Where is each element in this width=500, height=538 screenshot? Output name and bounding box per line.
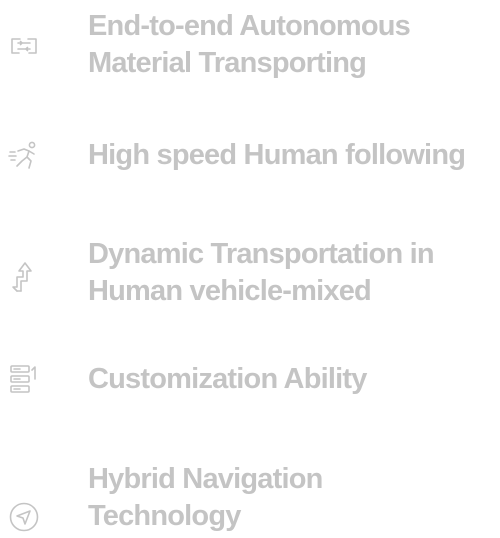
feature-label-line: End-to-end Autonomous [88, 10, 411, 42]
feature-label: Hybrid Navigation Technology [88, 461, 498, 535]
feature-label: Dynamic Transportation in Human vehicle-… [88, 236, 498, 310]
feature-label-line: High speed Human following [88, 139, 466, 171]
feature-label: Customization Ability [88, 361, 498, 398]
dynamic-arrows-icon [8, 261, 40, 293]
running-person-icon [8, 140, 40, 172]
feature-label: End-to-end Autonomous Material Transport… [88, 8, 498, 82]
feature-list: End-to-end Autonomous Material Transport… [0, 0, 500, 538]
feature-label-line: Customization Ability [88, 363, 367, 395]
feature-label-line: Material Transporting [88, 47, 367, 79]
feature-label-line: Hybrid Navigation [88, 463, 323, 495]
transport-route-icon [8, 30, 40, 62]
navigation-icon [8, 501, 40, 533]
feature-label-line: Dynamic Transportation in [88, 238, 435, 270]
feature-label: High speed Human following [88, 137, 498, 174]
customization-icon [8, 363, 40, 395]
feature-label-line: Human vehicle-mixed [88, 275, 372, 307]
feature-label-line: Technology [88, 500, 241, 532]
